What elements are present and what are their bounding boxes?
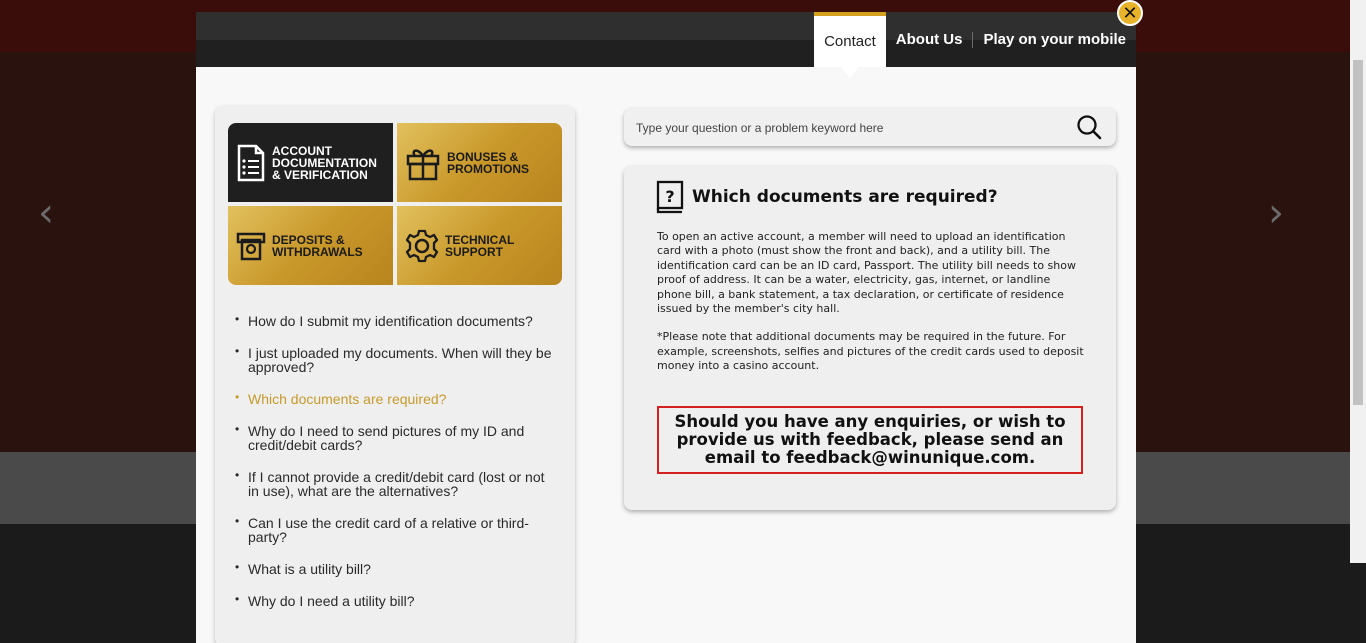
banner-prev-arrow-icon: ‹ [38, 190, 54, 236]
modal-header: Contact About Us Play on your mobile [196, 12, 1136, 78]
help-modal: Contact About Us Play on your mobile Acc… [196, 12, 1136, 643]
page-scrollbar[interactable] [1350, 0, 1366, 563]
modal-nav: Contact About Us Play on your mobile [814, 12, 1136, 78]
faq-item[interactable]: What is a utility bill? [235, 560, 555, 576]
answer-header: ? Which documents are required? [656, 180, 998, 214]
answer-body: To open an active account, a member will… [657, 230, 1087, 388]
faq-item-active[interactable]: Which documents are required? [235, 390, 555, 406]
search-input[interactable] [634, 108, 1058, 148]
faq-item[interactable]: Why do I need to send pictures of my ID … [235, 422, 555, 452]
gift-icon [406, 148, 440, 180]
answer-note: *Please note that additional documents m… [657, 330, 1084, 373]
search-bar [624, 108, 1116, 148]
category-deposits-withdrawals[interactable]: Deposits & Withdrawals [228, 206, 393, 285]
svg-text:?: ? [665, 187, 674, 206]
document-list-icon [237, 144, 265, 181]
category-account-documentation[interactable]: Account Documentation & Verification [228, 123, 393, 202]
tab-contact[interactable]: Contact [814, 12, 886, 78]
category-grid: Account Documentation & Verification Bon… [228, 123, 562, 285]
answer-title: Which documents are required? [692, 187, 998, 207]
enquiry-notice: Should you have any enquiries, or wish t… [657, 406, 1083, 474]
banner-next-arrow-icon: › [1268, 190, 1284, 236]
atm-cash-icon [236, 232, 266, 260]
faq-item[interactable]: Can I use the credit card of a relative … [235, 514, 555, 544]
category-label: Bonuses & Promotions [447, 149, 530, 176]
category-bonuses-promotions[interactable]: Bonuses & Promotions [397, 123, 562, 202]
faq-item[interactable]: How do I submit my identification docume… [235, 312, 555, 328]
faq-item[interactable]: I just uploaded my documents. When will … [235, 344, 555, 374]
answer-paragraph: To open an active account, a member will… [657, 230, 1076, 316]
faq-question-list: How do I submit my identification docume… [235, 312, 555, 626]
category-technical-support[interactable]: Technical Support [397, 206, 562, 285]
answer-card: ? Which documents are required? To open … [624, 166, 1116, 510]
question-book-icon: ? [656, 180, 684, 214]
tab-play-mobile[interactable]: Play on your mobile [973, 31, 1136, 48]
category-label: Account Documentation & Verification [272, 143, 377, 182]
faq-item[interactable]: If I cannot provide a credit/debit card … [235, 468, 555, 498]
category-label: Technical Support [445, 232, 515, 259]
category-label: Deposits & Withdrawals [272, 232, 363, 259]
search-icon[interactable] [1076, 114, 1102, 140]
close-icon[interactable]: ✕ [1117, 0, 1143, 26]
gear-icon [405, 229, 439, 262]
tab-about-us[interactable]: About Us [886, 31, 973, 48]
faq-panel: Account Documentation & Verification Bon… [215, 106, 575, 643]
scrollbar-thumb[interactable] [1353, 60, 1363, 405]
faq-item[interactable]: Why do I need a utility bill? [235, 592, 555, 608]
